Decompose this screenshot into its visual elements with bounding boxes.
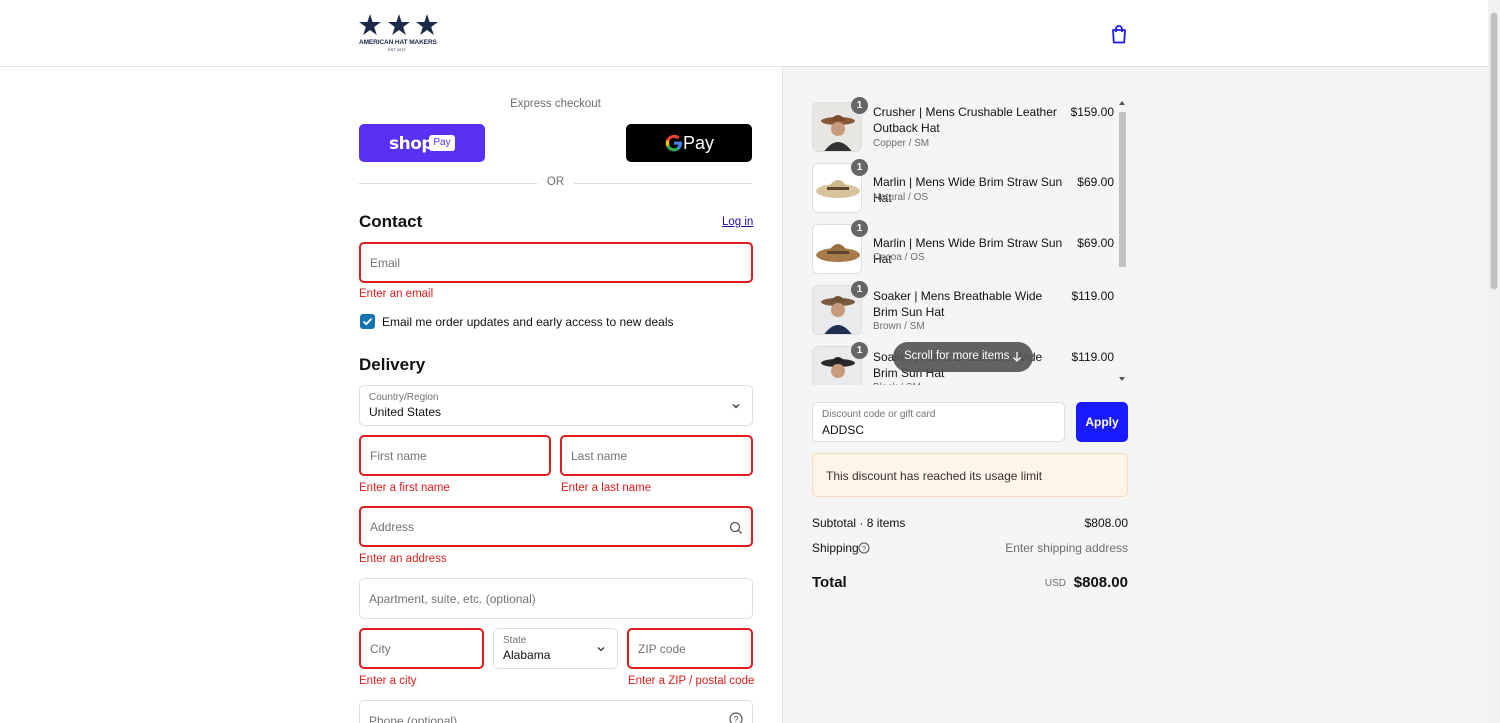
stars-icon (359, 14, 438, 35)
help-icon[interactable]: ? (858, 542, 870, 554)
apartment-placeholder: Apartment, suite, etc. (optional) (369, 592, 536, 606)
chevron-down-icon (597, 647, 605, 652)
address-error: Enter an address (359, 553, 447, 565)
zip-error: Enter a ZIP / postal code (628, 675, 755, 687)
state-value: Alabama (503, 648, 551, 662)
svg-text:?: ? (733, 715, 738, 723)
zip-placeholder: ZIP code (638, 642, 686, 656)
item-variant: Cocoa / OS (873, 252, 925, 263)
item-price: $119.00 (1071, 289, 1115, 303)
divider-line (359, 183, 537, 184)
last-name-placeholder: Last name (571, 449, 628, 463)
page-scrollbar[interactable] (1488, 0, 1500, 723)
quantity-badge: 1 (851, 97, 868, 114)
total-label: Total (812, 574, 847, 591)
subtotal-value: $808.00 (1084, 516, 1128, 530)
search-icon[interactable] (729, 521, 743, 535)
discount-notice-text: This discount has reached its usage limi… (826, 469, 1043, 483)
shop-pay-button[interactable]: shop Pay (359, 124, 485, 162)
item-price: $119.00 (1071, 350, 1115, 364)
country-select[interactable]: Country/Region United States (359, 385, 753, 426)
item-price: $159.00 (1070, 105, 1114, 119)
phone-field[interactable]: Phone (optional) ? (359, 700, 753, 723)
quantity-badge: 1 (851, 281, 868, 298)
page-scrollbar-thumb[interactable] (1490, 12, 1498, 290)
brand-logo[interactable]: AMERICAN HAT MAKERS EST 1972 (359, 14, 439, 52)
city-placeholder: City (370, 642, 391, 656)
last-name-error: Enter a last name (561, 482, 652, 494)
apply-discount-button[interactable]: Apply (1076, 402, 1128, 442)
item-price: $69.00 (1077, 175, 1114, 189)
google-g-icon (665, 134, 682, 152)
shop-pay-badge: Pay (429, 135, 455, 151)
phone-placeholder: Phone (optional) (369, 714, 458, 723)
arrow-down-icon (1013, 352, 1021, 362)
email-error: Enter an email (359, 288, 434, 300)
item-variant: Black / SM (873, 382, 921, 385)
svg-text:?: ? (862, 544, 866, 553)
last-name-field[interactable]: Last name (560, 435, 753, 476)
email-placeholder: Email (370, 256, 401, 270)
help-icon[interactable]: ? (729, 712, 743, 723)
divider-line (574, 183, 752, 184)
address-field[interactable]: Address (359, 506, 753, 547)
apartment-field[interactable]: Apartment, suite, etc. (optional) (359, 578, 753, 619)
state-select[interactable]: State Alabama (493, 628, 618, 669)
country-label: Country/Region (369, 392, 439, 403)
total-value: $808.00 (1073, 574, 1128, 591)
total-currency: USD (1044, 578, 1066, 589)
logo-text: AMERICAN HAT MAKERS (359, 39, 437, 46)
logo-subtext: EST 1972 (388, 47, 406, 52)
shop-pay-wordmark: shop (389, 134, 434, 154)
header: AMERICAN HAT MAKERS EST 1972 (0, 0, 1488, 67)
country-value: United States (369, 405, 442, 419)
city-field[interactable]: City (359, 628, 484, 669)
login-link[interactable]: Log in (722, 216, 753, 228)
quantity-badge: 1 (851, 220, 868, 237)
state-label: State (503, 635, 527, 646)
first-name-field[interactable]: First name (359, 435, 551, 476)
email-field[interactable]: Email (359, 242, 753, 283)
discount-code-input[interactable]: Discount code or gift card ADDSC (812, 402, 1065, 442)
shopping-bag-icon[interactable] (1110, 24, 1128, 44)
city-error: Enter a city (359, 675, 417, 687)
quantity-badge: 1 (851, 342, 868, 359)
first-name-error: Enter a first name (359, 482, 450, 494)
shipping-label: Shipping (812, 541, 859, 555)
or-divider: OR (359, 176, 752, 190)
items-scrollbar-thumb[interactable] (1119, 112, 1126, 267)
express-checkout-label: Express checkout (510, 98, 601, 110)
google-pay-label: Pay (683, 133, 715, 153)
subtotal-label: Subtotal · 8 items (812, 516, 906, 530)
item-title: Soaker | Mens Breathable Wide Brim Sun H… (873, 289, 1043, 319)
item-variant: Copper / SM (873, 138, 930, 149)
chevron-down-icon (732, 404, 740, 409)
checkmark-icon (362, 317, 373, 326)
shipping-value: Enter shipping address (1005, 541, 1128, 555)
scroll-hint-label: Scroll for more items (904, 350, 1010, 362)
scroll-up-arrow-icon[interactable] (1118, 100, 1126, 106)
address-placeholder: Address (370, 520, 415, 534)
item-price: $69.00 (1077, 236, 1114, 250)
item-title: Crusher | Mens Crushable Leather Outback… (873, 105, 1057, 135)
scroll-down-arrow-icon[interactable] (1118, 376, 1126, 382)
marketing-checkbox[interactable] (360, 314, 375, 329)
discount-notice: This discount has reached its usage limi… (812, 453, 1128, 497)
delivery-heading: Delivery (359, 355, 426, 374)
item-variant: Brown / SM (873, 321, 925, 332)
or-label: OR (546, 176, 565, 188)
first-name-placeholder: First name (370, 449, 427, 463)
contact-heading: Contact (359, 212, 423, 231)
scroll-for-more-button[interactable]: Scroll for more items (893, 342, 1033, 372)
marketing-checkbox-label[interactable]: Email me order updates and early access … (382, 315, 674, 329)
item-variant: Natural / OS (873, 192, 929, 203)
discount-label: Discount code or gift card (822, 409, 936, 420)
zip-field[interactable]: ZIP code (627, 628, 753, 669)
google-pay-button[interactable]: Pay (626, 124, 752, 162)
discount-value: ADDSC (822, 423, 865, 437)
quantity-badge: 1 (851, 159, 868, 176)
